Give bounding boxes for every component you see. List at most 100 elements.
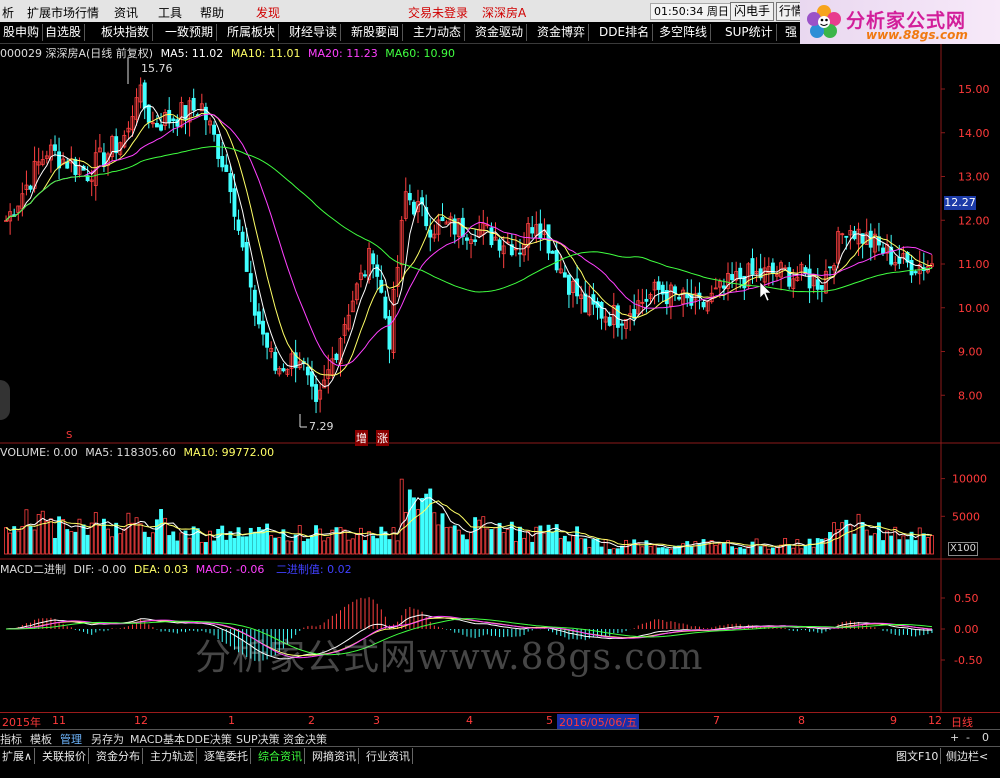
volume-bar xyxy=(395,540,400,555)
candle-body xyxy=(701,301,706,308)
tab-related-quote[interactable]: 关联报价 xyxy=(40,748,89,764)
tab-template[interactable]: 模板 xyxy=(30,731,52,747)
volume-bar xyxy=(513,541,518,555)
toolbar-strong[interactable]: 强 xyxy=(782,24,800,41)
tab-main-force-track[interactable]: 主力轨迹 xyxy=(148,748,197,764)
volume-bar xyxy=(69,531,74,555)
s-marker: S xyxy=(66,430,73,441)
menu-item-ext-market[interactable]: 扩展市场行情 xyxy=(27,4,99,21)
volume-bar xyxy=(126,512,131,555)
volume-bar xyxy=(326,537,331,555)
menu-item-help[interactable]: 帮助 xyxy=(200,4,224,21)
toolbar-fund-game[interactable]: 资金博弈 xyxy=(534,24,590,41)
candle-body xyxy=(281,368,286,372)
volume-bar xyxy=(709,540,714,555)
candle-body xyxy=(146,104,151,123)
candle-body xyxy=(677,296,682,300)
tab-fund-decision[interactable]: 资金决策 xyxy=(283,731,327,747)
candle-body xyxy=(261,320,265,335)
volume-bar xyxy=(775,546,779,555)
volume-bar xyxy=(664,548,669,555)
toolbar-consensus[interactable]: 一致预期 xyxy=(162,24,218,41)
zoom-out-button[interactable]: - xyxy=(966,731,970,744)
tab-expand[interactable]: 扩展∧ xyxy=(0,748,36,764)
candle-body xyxy=(730,274,735,281)
clock-display: 01:50:34 周日 xyxy=(650,3,733,20)
volume-bar xyxy=(811,546,816,555)
volume-bar xyxy=(155,519,159,555)
chart-area[interactable]: 15.00 14.00 13.00 12.00 11.00 10.00 9.00 8.00 10… xyxy=(0,44,1000,712)
tab-manage[interactable]: 管理 xyxy=(60,731,82,747)
toolbar-ipo[interactable]: 股申购 xyxy=(0,24,44,41)
volume-bar xyxy=(114,522,119,555)
toolbar-dde-rank[interactable]: DDE排名 xyxy=(596,24,654,41)
toolbar-fund-drive[interactable]: 资金驱动 xyxy=(472,24,528,41)
candle-body xyxy=(228,173,233,193)
volume-bar xyxy=(346,539,351,555)
date-label: 11 xyxy=(52,714,66,727)
volume-bar xyxy=(110,536,115,555)
macd-tick-label: -0.50 xyxy=(954,654,982,667)
volume-bar xyxy=(689,546,694,555)
toolbar-sector-index[interactable]: 板块指数 xyxy=(98,24,154,41)
period-label[interactable]: 日线 xyxy=(951,714,973,730)
zoom-in-button[interactable]: + xyxy=(950,731,959,744)
zoom-reset-button[interactable]: 0 xyxy=(982,731,989,744)
candle-body xyxy=(518,252,522,255)
date-label: 2015年 xyxy=(2,716,41,729)
candle-body xyxy=(305,366,310,376)
volume-bar xyxy=(901,535,906,555)
tab-sup-decision[interactable]: SUP决策 xyxy=(236,731,280,747)
candle-body xyxy=(473,239,478,242)
tab-indicator[interactable]: 指标 xyxy=(0,731,22,747)
candle-body xyxy=(387,316,392,350)
volume-bar xyxy=(175,540,180,555)
date-label: 8 xyxy=(798,714,805,727)
toolbar-sup-stats[interactable]: SUP统计 xyxy=(722,24,777,41)
flash-trade-button[interactable]: 闪电手 xyxy=(730,2,774,21)
volume-bar xyxy=(4,527,8,555)
side-expand-handle[interactable] xyxy=(0,380,10,420)
volume-bar xyxy=(203,542,208,555)
ma20-line xyxy=(5,113,933,367)
tab-general-news[interactable]: 综合资讯 xyxy=(256,748,305,764)
menu-item-analysis[interactable]: 析 xyxy=(2,4,14,21)
candle-body xyxy=(252,289,257,316)
toolbar-watchlist[interactable]: 自选股 xyxy=(42,24,86,41)
volume-bar xyxy=(236,527,241,555)
low-price-label: 7.29 xyxy=(309,420,334,433)
price-tick-label: 11.00 xyxy=(958,258,990,271)
tab-industry-news[interactable]: 行业资讯 xyxy=(364,748,413,764)
tab-fund-distribution[interactable]: 资金分布 xyxy=(94,748,143,764)
volume-bar xyxy=(632,539,637,555)
tab-f10[interactable]: 图文F10 xyxy=(894,748,942,764)
toolbar-bull-bear[interactable]: 多空阵线 xyxy=(656,24,712,41)
toolbar-new-stock-news[interactable]: 新股要闻 xyxy=(348,24,404,41)
menu-item-news[interactable]: 资讯 xyxy=(114,4,138,21)
volume-bar xyxy=(130,522,135,555)
tab-tick-orders[interactable]: 逐笔委托 xyxy=(202,748,251,764)
menu-item-discover[interactable]: 发现 xyxy=(256,4,280,21)
tab-macd-basic[interactable]: MACD基本 xyxy=(130,731,185,747)
tab-dde-decision[interactable]: DDE决策 xyxy=(186,731,232,747)
volume-bar xyxy=(738,547,743,555)
candle-body xyxy=(815,279,820,290)
volume-bar xyxy=(656,547,661,555)
volume-bar xyxy=(142,531,147,555)
kline-chart[interactable]: 15.00 14.00 13.00 12.00 11.00 10.00 9.00 8.00 10… xyxy=(0,44,1000,712)
sidebar-toggle[interactable]: 侧边栏< xyxy=(944,748,990,764)
candle-body xyxy=(644,298,649,302)
price-tick-label: 13.00 xyxy=(958,171,990,184)
volume-header: VOLUME: 0.00 MA5: 118305.60 MA10: 99772.… xyxy=(0,446,274,459)
toolbar-finance-guide[interactable]: 财经导读 xyxy=(286,24,342,41)
tab-web-news[interactable]: 网摘资讯 xyxy=(310,748,359,764)
tab-save-as[interactable]: 另存为 xyxy=(91,731,124,747)
toolbar-main-force[interactable]: 主力动态 xyxy=(410,24,466,41)
login-status[interactable]: 交易未登录 xyxy=(408,4,468,21)
menu-item-tools[interactable]: 工具 xyxy=(158,4,182,21)
volume-bar xyxy=(562,535,567,555)
toolbar-sector[interactable]: 所属板块 xyxy=(224,24,280,41)
high-price-label: 15.76 xyxy=(141,62,173,75)
volume-bar xyxy=(762,545,767,555)
volume-bar xyxy=(579,538,584,555)
